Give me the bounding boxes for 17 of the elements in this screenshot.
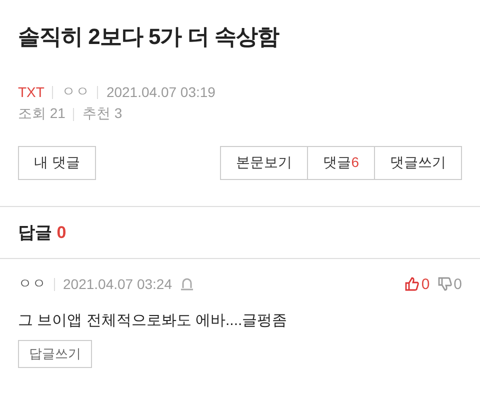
replies-heading: 답글 0 (18, 223, 66, 242)
author-name: ㅇㅇ (61, 83, 90, 101)
recommend-count: 추천 3 (82, 105, 122, 123)
category-link[interactable]: TXT (18, 84, 44, 100)
post-datetime: 2021.04.07 03:19 (106, 84, 216, 100)
siren-icon[interactable] (180, 277, 194, 291)
comment-text: 그 브이앱 전체적으로봐도 에바....글펑좀 (18, 311, 288, 330)
my-comments-button[interactable]: 내 댓글 (18, 146, 96, 180)
action-button[interactable]: 본문보기 (220, 146, 308, 180)
like-button[interactable]: 0 (405, 276, 430, 292)
post-title: 솔직히 2보다 5가 더 속상함 (18, 23, 280, 51)
reply-button[interactable]: 답글쓰기 (18, 340, 92, 368)
action-button[interactable]: 댓글쓰기 (375, 146, 462, 180)
comment-author: ㅇㅇ (18, 275, 46, 293)
view-count: 조회 21 (18, 105, 66, 123)
action-button[interactable]: 댓글6 (308, 146, 375, 180)
comment-datetime: 2021.04.07 03:24 (63, 276, 172, 292)
